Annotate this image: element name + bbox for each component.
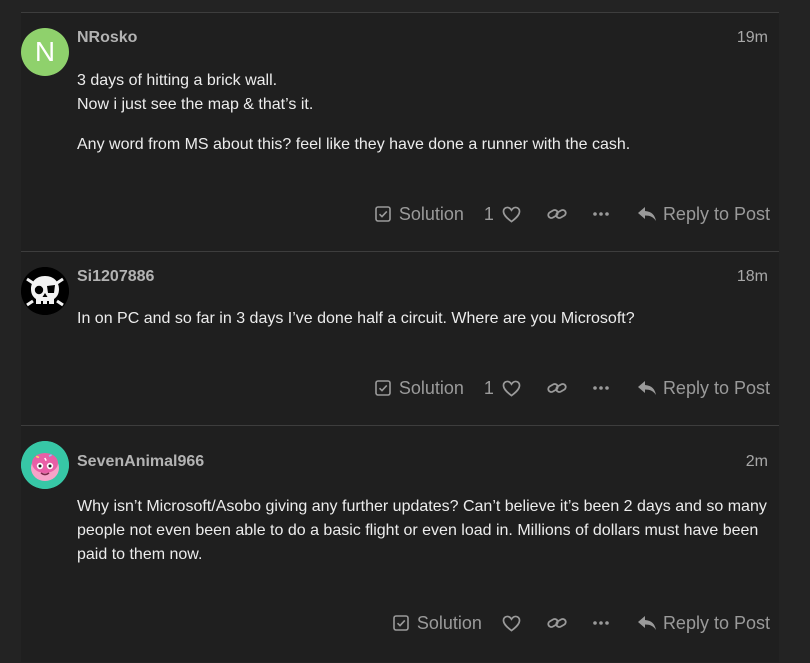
like-button[interactable]: 1 (484, 204, 521, 225)
avatar[interactable] (21, 441, 69, 489)
ellipsis-icon (593, 386, 609, 390)
avatar-letter: N (34, 36, 56, 67)
link-icon (547, 209, 567, 219)
solution-label: Solution (416, 612, 482, 633)
post-si1207886: Si1207886 18m In on PC and so far in 3 d… (21, 251, 779, 426)
heart-icon (502, 615, 521, 632)
post-paragraph: 3 days of hitting a brick wall. Now i ju… (77, 72, 314, 113)
reply-icon (637, 381, 656, 395)
copy-link-button[interactable] (547, 616, 567, 630)
post-age[interactable]: 2m (746, 453, 768, 471)
post-age[interactable]: 19m (737, 29, 768, 47)
post-paragraph: Any word from MS about this? feel like t… (77, 136, 631, 153)
post-actions: Solution 1 Reply to Post (375, 199, 770, 229)
link-icon (547, 383, 567, 393)
ellipsis-icon (593, 621, 609, 625)
post-body: In on PC and so far in 3 days I’ve done … (77, 307, 777, 331)
like-button[interactable]: 1 (484, 378, 521, 399)
checkbox-icon (393, 615, 409, 631)
post-age[interactable]: 18m (737, 268, 768, 286)
more-button[interactable] (593, 212, 609, 216)
more-button[interactable] (593, 386, 609, 390)
reply-label: Reply to Post (662, 612, 770, 633)
post-nrosko: N NRosko 19m 3 days of hitting a brick w… (21, 12, 779, 252)
post-sevenanimal966: SevenAnimal966 2m Why isn’t Microsoft/As… (21, 425, 779, 663)
like-count: 1 (483, 203, 494, 224)
copy-link-button[interactable] (547, 207, 567, 221)
like-count: 1 (483, 377, 494, 398)
like-button[interactable] (502, 615, 521, 632)
reply-icon (637, 616, 656, 630)
copy-link-button[interactable] (547, 381, 567, 395)
skull-avatar-icon (21, 267, 69, 315)
checkbox-icon (375, 380, 391, 396)
post-paragraph: In on PC and so far in 3 days I’ve done … (77, 310, 635, 327)
username[interactable]: NRosko (77, 29, 137, 47)
post-body: 3 days of hitting a brick wall. Now i ju… (77, 69, 777, 157)
username[interactable]: SevenAnimal966 (77, 453, 204, 471)
heart-icon (502, 380, 521, 397)
reply-button[interactable]: Reply to Post (637, 204, 770, 225)
heart-icon (502, 206, 521, 223)
ellipsis-icon (593, 212, 609, 216)
donut-avatar-icon (21, 441, 69, 489)
solution-button[interactable]: Solution (393, 613, 482, 634)
solution-label: Solution (398, 203, 464, 224)
post-stream: N NRosko 19m 3 days of hitting a brick w… (21, 12, 779, 662)
username[interactable]: Si1207886 (77, 268, 154, 286)
post-actions: Solution Reply to Post (393, 608, 770, 638)
reply-label: Reply to Post (662, 377, 770, 398)
avatar[interactable]: N (21, 28, 69, 76)
post-paragraph: Why isn’t Microsoft/Asobo giving any fur… (77, 498, 767, 563)
reply-icon (637, 207, 656, 221)
solution-label: Solution (398, 377, 464, 398)
post-actions: Solution 1 Reply to Post (375, 373, 770, 403)
solution-button[interactable]: Solution (375, 378, 464, 399)
avatar[interactable] (21, 267, 69, 315)
link-icon (547, 618, 567, 628)
post-body: Why isn’t Microsoft/Asobo giving any fur… (77, 495, 777, 567)
reply-button[interactable]: Reply to Post (637, 378, 770, 399)
reply-button[interactable]: Reply to Post (637, 613, 770, 634)
solution-button[interactable]: Solution (375, 204, 464, 225)
reply-label: Reply to Post (662, 203, 770, 224)
more-button[interactable] (593, 621, 609, 625)
checkbox-icon (375, 206, 391, 222)
